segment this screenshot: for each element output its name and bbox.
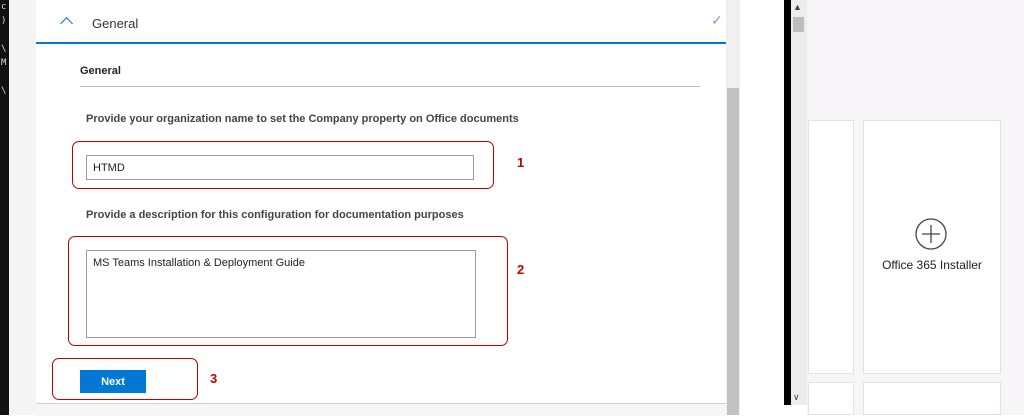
checkmark-icon: ✓ [711, 12, 723, 28]
section-title: General [80, 65, 121, 77]
annotation-box-1 [72, 141, 494, 189]
terminal-line: ) [1, 16, 7, 26]
window-gutter [9, 0, 36, 415]
terminal-line: M [1, 58, 7, 68]
annotation-number-3: 3 [210, 371, 218, 386]
page-scrollbar-thumb[interactable] [793, 17, 804, 32]
scroll-down-arrow-icon[interactable]: ∨ [793, 392, 800, 403]
next-section-header[interactable] [36, 403, 726, 416]
org-name-label: Provide your organization name to set th… [86, 113, 519, 125]
section-divider [80, 86, 700, 87]
tile-partial[interactable] [863, 382, 1001, 415]
annotation-box-2 [68, 236, 508, 346]
tile-partial[interactable] [808, 382, 854, 415]
tile-partial[interactable] [808, 120, 854, 374]
tile-label: Office 365 Installer [882, 258, 982, 272]
plus-circle-icon[interactable] [915, 218, 947, 250]
scroll-up-arrow-icon[interactable]: ▲ [793, 2, 802, 12]
general-section-header[interactable] [36, 0, 726, 44]
annotation-number-2: 2 [517, 262, 525, 277]
annotation-number-1: 1 [517, 155, 525, 170]
terminal-line: c [1, 2, 7, 12]
page-scrollbar[interactable] [791, 0, 807, 405]
annotation-box-3 [52, 358, 198, 400]
description-label: Provide a description for this configura… [86, 209, 464, 221]
section-header-title: General [92, 16, 139, 31]
config-panel [36, 0, 740, 415]
terminal-strip: c ) \ M \ [0, 0, 9, 415]
terminal-line: \ [1, 86, 7, 96]
panel-scrollbar-thumb[interactable] [727, 88, 739, 415]
window-border [784, 0, 791, 405]
terminal-line: \ [1, 44, 7, 54]
